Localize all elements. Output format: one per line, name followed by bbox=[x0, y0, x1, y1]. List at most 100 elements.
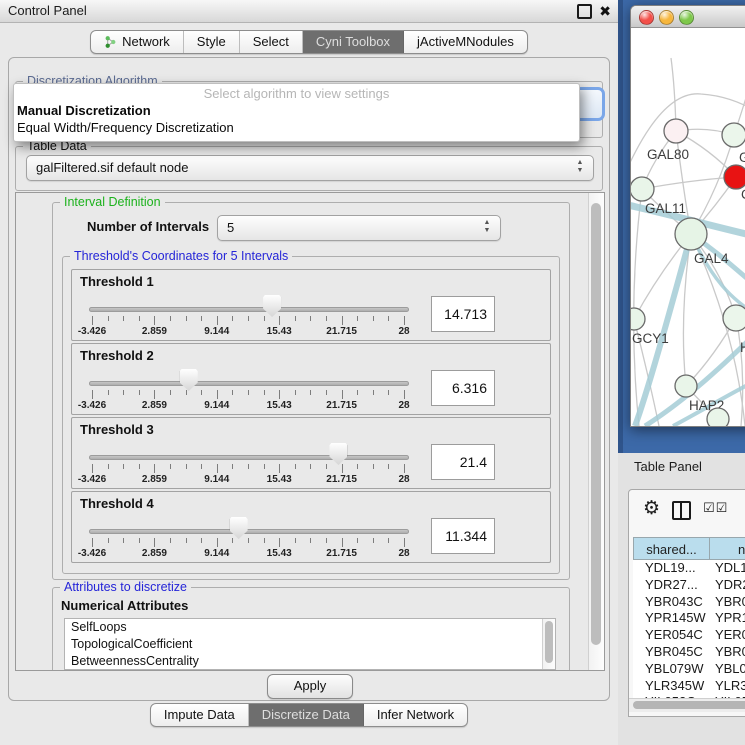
table-hscrollbar-thumb[interactable] bbox=[633, 701, 745, 709]
gear-icon[interactable]: ⚙ bbox=[643, 497, 660, 519]
tab-select[interactable]: Select bbox=[240, 31, 303, 53]
tab-label: Cyni Toolbox bbox=[316, 31, 390, 53]
tick-mark bbox=[310, 464, 311, 469]
threshold-4-label: Threshold 4 bbox=[80, 496, 154, 511]
network-edge[interactable] bbox=[642, 177, 736, 189]
threshold-1-box: Threshold 1-3.4262.8599.14415.4321.71528… bbox=[71, 269, 551, 341]
table-horizontal-scrollbar[interactable] bbox=[629, 698, 745, 712]
split-columns-icon[interactable] bbox=[672, 501, 691, 520]
threshold-1-slider-thumb[interactable] bbox=[263, 295, 281, 317]
network-window-titlebar[interactable] bbox=[631, 6, 745, 28]
combo-arrows-icon: ▲▼ bbox=[575, 159, 585, 175]
algorithm-option-manual[interactable]: Manual Discretization bbox=[17, 103, 151, 118]
tick-mark bbox=[201, 464, 202, 469]
numerical-attributes-list[interactable]: SelfLoopsTopologicalCoefficientBetweenne… bbox=[64, 618, 556, 670]
threshold-4-value-field[interactable]: 11.344 bbox=[431, 518, 495, 554]
network-node-gcy1[interactable] bbox=[631, 308, 645, 330]
threshold-3-slider-track[interactable] bbox=[89, 455, 409, 460]
table-row[interactable]: YLR345WYLR345W bbox=[633, 678, 745, 695]
threshold-3-box: Threshold 3-3.4262.8599.14415.4321.71528… bbox=[71, 417, 551, 489]
threshold-3-slider-thumb[interactable] bbox=[329, 443, 347, 465]
attribute-list-item[interactable]: SelfLoops bbox=[65, 619, 555, 636]
network-node-ga[interactable] bbox=[722, 123, 745, 147]
threshold-4-slider-track[interactable] bbox=[89, 529, 409, 534]
table-row[interactable]: YDR27...YDR27... bbox=[633, 577, 745, 594]
table-data-value: galFiltered.sif default node bbox=[36, 156, 188, 180]
algorithm-option-equal-width[interactable]: Equal Width/Frequency Discretization bbox=[17, 120, 234, 135]
attribute-list-item[interactable]: BetweennessCentrality bbox=[65, 653, 555, 670]
tick-mark bbox=[201, 390, 202, 395]
close-icon[interactable]: ✖ bbox=[599, 0, 611, 22]
column-header-name[interactable]: n... bbox=[710, 537, 745, 560]
float-window-icon[interactable] bbox=[577, 4, 592, 19]
column-header-shared-name[interactable]: shared... bbox=[633, 537, 710, 560]
table-row[interactable]: YER054CYER054C bbox=[633, 627, 745, 644]
attributes-list-scrollbar[interactable] bbox=[542, 619, 555, 669]
threshold-1-slider-track[interactable] bbox=[89, 307, 409, 312]
tick-mark bbox=[388, 390, 389, 395]
network-node-hap2[interactable] bbox=[675, 375, 697, 397]
tab-cyni-toolbox[interactable]: Cyni Toolbox bbox=[303, 31, 404, 53]
network-node-c[interactable] bbox=[724, 165, 745, 189]
tab-network[interactable]: Network bbox=[91, 31, 184, 53]
tick-mark bbox=[357, 538, 358, 543]
network-node[interactable] bbox=[707, 408, 729, 426]
tick-mark bbox=[373, 390, 374, 395]
table-row[interactable]: YBR043CYBR043C bbox=[633, 594, 745, 611]
tick-mark bbox=[123, 390, 124, 395]
tab-discretize-data[interactable]: Discretize Data bbox=[249, 704, 364, 726]
table-row[interactable]: YBR045CYBR045C bbox=[633, 644, 745, 661]
zoom-traffic-light-icon[interactable] bbox=[679, 10, 694, 25]
tick-label: -3.426 bbox=[78, 474, 106, 485]
table-row[interactable]: YPR145WYPR145W bbox=[633, 610, 745, 627]
attribute-list-item[interactable]: TopologicalCoefficient bbox=[65, 636, 555, 653]
tab-impute-data[interactable]: Impute Data bbox=[151, 704, 249, 726]
network-view-window[interactable]: GAL80GACGAL11GAL4GCY1HHAP2 bbox=[630, 5, 745, 427]
tick-mark bbox=[139, 538, 140, 543]
threshold-4-slider-thumb[interactable] bbox=[230, 517, 248, 539]
table-data-combobox[interactable]: galFiltered.sif default node ▲▼ bbox=[26, 155, 594, 181]
network-node-gal80[interactable] bbox=[664, 119, 688, 143]
settings-scrollbar-thumb[interactable] bbox=[591, 203, 601, 645]
table-row[interactable]: YDL19...YDL19... bbox=[633, 560, 745, 577]
threshold-2-slider-thumb[interactable] bbox=[180, 369, 198, 391]
threshold-2-value-field[interactable]: 6.316 bbox=[431, 370, 495, 406]
threshold-1-value-field[interactable]: 14.713 bbox=[431, 296, 495, 332]
thresholds-coordinates-group: Threshold's Coordinates for 5 Intervals … bbox=[62, 256, 560, 574]
threshold-3-value-field[interactable]: 21.4 bbox=[431, 444, 495, 480]
minimize-traffic-light-icon[interactable] bbox=[659, 10, 674, 25]
number-of-intervals-combobox[interactable]: 5 ▲▼ bbox=[217, 215, 501, 241]
tab-style[interactable]: Style bbox=[184, 31, 240, 53]
tab-label: Style bbox=[197, 31, 226, 53]
apply-button[interactable]: Apply bbox=[267, 674, 353, 699]
attributes-scrollbar-thumb[interactable] bbox=[545, 621, 553, 663]
table-row[interactable]: YBL079WYBL079W bbox=[633, 661, 745, 678]
tick-label: 15.43 bbox=[267, 326, 292, 337]
tick-mark bbox=[248, 464, 249, 469]
table-panel-titlebar[interactable]: Table Panel bbox=[618, 453, 745, 482]
tick-mark bbox=[310, 390, 311, 395]
settings-panel-scrollbar[interactable] bbox=[588, 193, 604, 670]
tab-jactivemnodules[interactable]: jActiveMNodules bbox=[404, 31, 527, 53]
algorithm-placeholder-option[interactable]: Select algorithm to view settings bbox=[14, 86, 579, 101]
tick-label: 2.859 bbox=[142, 548, 167, 559]
tick-mark bbox=[404, 538, 405, 547]
network-node-gal4[interactable] bbox=[675, 218, 707, 250]
tick-mark bbox=[92, 538, 93, 547]
control-panel-titlebar[interactable]: Control Panel ✖ bbox=[0, 0, 618, 23]
tick-mark bbox=[310, 316, 311, 321]
tick-mark bbox=[139, 464, 140, 469]
number-of-intervals-label: Number of Intervals bbox=[87, 219, 209, 234]
close-traffic-light-icon[interactable] bbox=[639, 10, 654, 25]
algorithm-dropdown-popup: Select algorithm to view settings Manual… bbox=[13, 83, 580, 142]
tick-mark bbox=[295, 316, 296, 321]
select-columns-checkboxes-icon[interactable]: ☑☑ bbox=[703, 501, 728, 516]
network-node-h[interactable] bbox=[723, 305, 745, 331]
tick-mark bbox=[123, 316, 124, 321]
network-graph-canvas[interactable]: GAL80GACGAL11GAL4GCY1HHAP2 bbox=[631, 28, 745, 426]
tab-infer-network[interactable]: Infer Network bbox=[364, 704, 467, 726]
table-panel-title: Table Panel bbox=[634, 453, 702, 481]
network-node-gal11[interactable] bbox=[631, 177, 654, 201]
name-cell: YPR145W bbox=[709, 610, 745, 627]
threshold-2-slider-track[interactable] bbox=[89, 381, 409, 386]
